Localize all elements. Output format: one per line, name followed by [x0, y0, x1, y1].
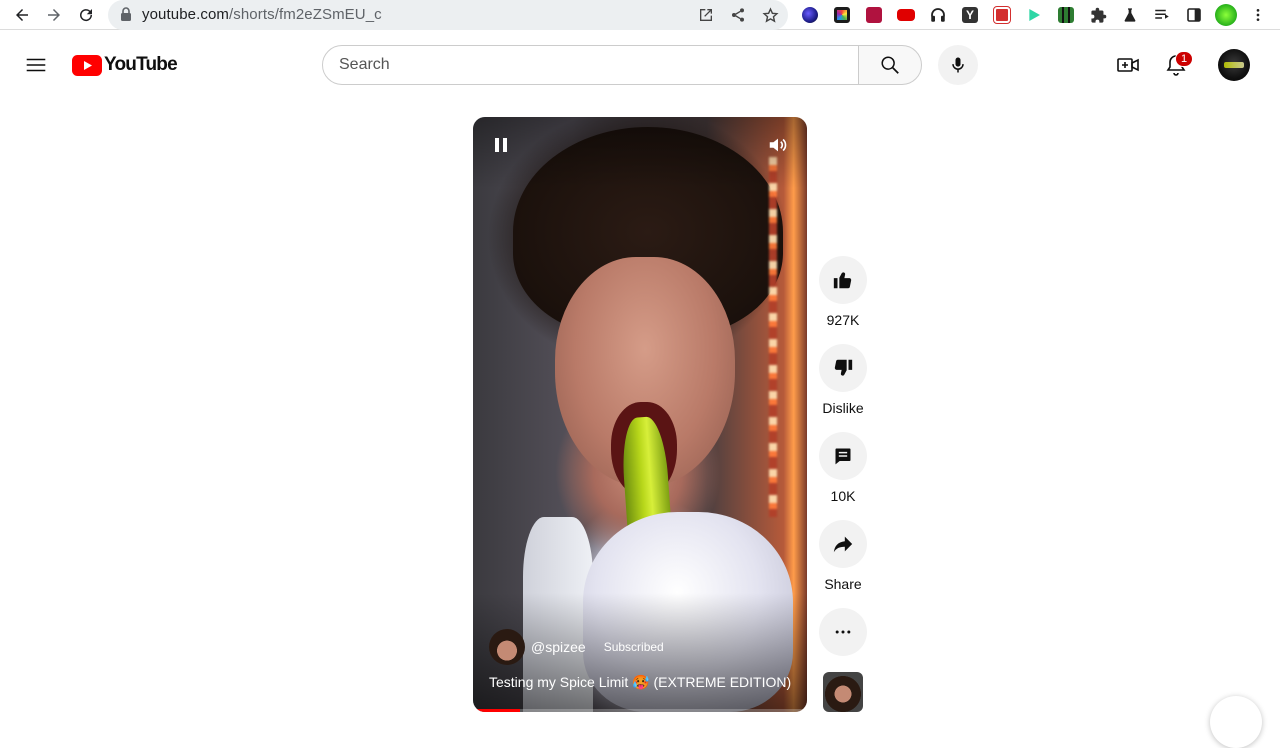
pdf-ext-icon[interactable]	[992, 5, 1012, 25]
notification-badge: 1	[1175, 51, 1193, 67]
pause-icon	[495, 138, 507, 152]
create-video-icon[interactable]	[1116, 53, 1140, 77]
headphones-ext-icon[interactable]	[928, 5, 948, 25]
youtube-logo[interactable]: YouTube	[72, 54, 178, 76]
search-icon	[881, 56, 899, 74]
forward-icon[interactable]	[42, 3, 66, 27]
shorts-player[interactable]: @spizee Subscribed Testing my Spice Limi…	[473, 117, 807, 712]
menu-icon[interactable]	[24, 53, 48, 77]
dislike-label: Dislike	[822, 400, 864, 416]
grid-ext-icon[interactable]	[1056, 5, 1076, 25]
puzzle-icon[interactable]	[1088, 5, 1108, 25]
short-title: Testing my Spice Limit 🥵 (EXTREME EDITIO…	[489, 674, 792, 690]
sound-thumbnail[interactable]	[823, 672, 863, 712]
next-video-button[interactable]	[1210, 696, 1262, 748]
open-in-app-icon[interactable]	[696, 5, 716, 25]
progress-fill	[473, 709, 520, 712]
comment-count: 10K	[830, 488, 856, 504]
like-button[interactable]	[819, 256, 867, 304]
thumbs-up-icon	[833, 272, 852, 289]
search-button[interactable]	[858, 45, 922, 85]
progress-bar[interactable]	[473, 709, 807, 712]
volume-button[interactable]	[766, 133, 790, 157]
youtube-ext-icon[interactable]	[896, 5, 916, 25]
search-input[interactable]	[323, 46, 858, 84]
y-ext-icon[interactable]: Y	[960, 5, 980, 25]
share-arrow-icon	[833, 536, 853, 553]
subscribed-button[interactable]: Subscribed	[598, 633, 670, 661]
camera-ext-icon[interactable]	[832, 5, 852, 25]
thumbs-down-icon	[834, 359, 853, 376]
like-action: 927K	[819, 256, 867, 328]
address-bar[interactable]: youtube.com/shorts/fm2eZSmEU_c	[108, 0, 788, 30]
share-button[interactable]	[819, 520, 867, 568]
url-text: youtube.com/shorts/fm2eZSmEU_c	[142, 6, 382, 23]
browser-toolbar: youtube.com/shorts/fm2eZSmEU_c Y	[0, 0, 1280, 30]
more-options-button[interactable]	[819, 608, 867, 656]
share-label: Share	[824, 576, 862, 592]
channel-handle[interactable]: @spizee	[531, 639, 586, 655]
dislike-action: Dislike	[819, 344, 867, 416]
more-vert-icon[interactable]	[1248, 5, 1268, 25]
dislike-button[interactable]	[819, 344, 867, 392]
lock-icon	[120, 7, 132, 27]
play-ext-icon[interactable]	[1024, 5, 1044, 25]
share-icon[interactable]	[728, 5, 748, 25]
channel-info: @spizee Subscribed	[489, 629, 670, 665]
reading-list-icon[interactable]	[1152, 5, 1172, 25]
side-panel-icon[interactable]	[1184, 5, 1204, 25]
like-count: 927K	[826, 312, 860, 328]
bookmark-star-icon[interactable]	[760, 5, 780, 25]
share-action: Share	[819, 520, 867, 592]
back-icon[interactable]	[10, 3, 34, 27]
flask-icon[interactable]	[1120, 5, 1140, 25]
comment-icon	[835, 448, 851, 465]
voice-search-button[interactable]	[938, 45, 978, 85]
search-box	[322, 45, 859, 85]
globe-ext-icon[interactable]	[800, 5, 820, 25]
pause-button[interactable]	[489, 133, 513, 157]
youtube-play-icon	[72, 54, 102, 76]
reload-icon[interactable]	[74, 3, 98, 27]
mic-icon	[952, 57, 964, 73]
more-horiz-icon	[835, 630, 851, 634]
profile-icon[interactable]	[1214, 3, 1238, 27]
channel-avatar[interactable]	[489, 629, 525, 665]
video-overlay-gradient	[473, 117, 807, 712]
comment-action: 10K	[819, 432, 867, 504]
account-avatar[interactable]	[1218, 49, 1250, 81]
more-action	[819, 608, 867, 656]
comments-button[interactable]	[819, 432, 867, 480]
music-ext-icon[interactable]	[864, 5, 884, 25]
youtube-header: YouTube 1	[0, 37, 1280, 93]
logo-text: YouTube	[104, 54, 178, 75]
volume-icon	[769, 138, 787, 152]
